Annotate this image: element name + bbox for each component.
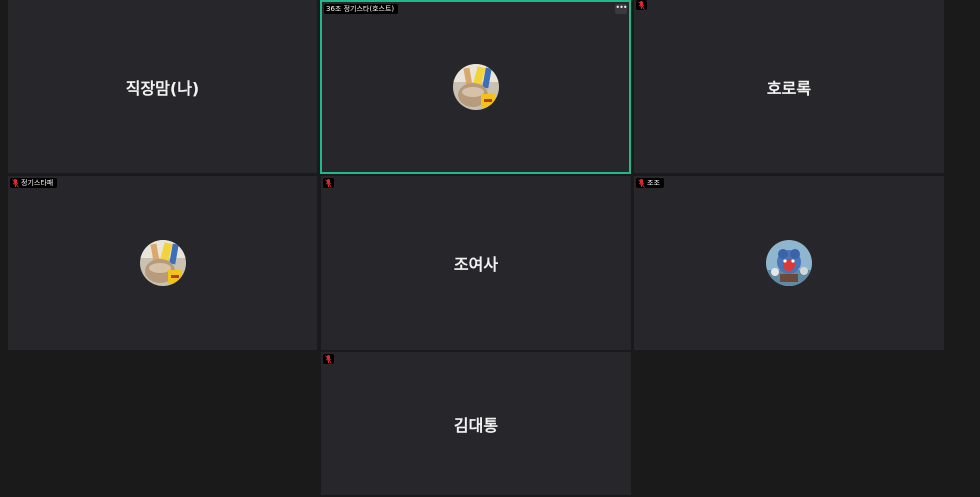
participant-label: 정기스타패 bbox=[10, 178, 58, 188]
mic-muted-icon bbox=[325, 178, 332, 188]
participant-tile-p5[interactable]: 조여사 bbox=[321, 176, 631, 350]
mic-muted-icon bbox=[638, 178, 645, 188]
mic-muted-icon bbox=[12, 178, 19, 188]
more-options-button[interactable]: ••• bbox=[615, 4, 628, 14]
participant-tile-p4[interactable]: 정기스타패 bbox=[8, 176, 317, 350]
participant-name: 호로록 bbox=[766, 78, 812, 98]
mic-muted-icon bbox=[325, 354, 332, 364]
participant-name: 김대통 bbox=[453, 415, 499, 435]
participant-tile-p2[interactable]: 36조 정기스타(호스트) ••• bbox=[320, 0, 631, 174]
participant-label-text: 정기스타패 bbox=[21, 179, 54, 187]
bread-jar-photo-icon bbox=[452, 64, 499, 110]
participant-name: 조여사 bbox=[453, 255, 499, 274]
mic-muted-icon bbox=[638, 0, 645, 10]
participant-label-text: 36조 정기스타(호스트) bbox=[326, 5, 395, 13]
participant-tile-p7[interactable]: 김대통 bbox=[321, 352, 631, 495]
participant-tile-p6[interactable]: 조조 bbox=[634, 176, 944, 350]
participant-label-text: 조조 bbox=[647, 179, 660, 187]
bread-jar-photo-icon bbox=[139, 240, 186, 286]
participant-label: 36조 정기스타(호스트) bbox=[324, 4, 399, 14]
toy-figure-photo-icon bbox=[766, 240, 812, 286]
participant-label bbox=[323, 354, 334, 364]
participant-label: 조조 bbox=[636, 178, 664, 188]
participant-name: 직장맘(나) bbox=[125, 78, 200, 98]
video-gallery: 직장맘(나) 36조 정기스타(호스트) ••• 호로록 정기스타패 조여사 조… bbox=[0, 0, 980, 497]
participant-label bbox=[636, 0, 647, 10]
participant-label bbox=[323, 178, 334, 188]
participant-tile-p3[interactable]: 호로록 bbox=[634, 0, 944, 173]
participant-tile-p1[interactable]: 직장맘(나) bbox=[8, 0, 317, 173]
